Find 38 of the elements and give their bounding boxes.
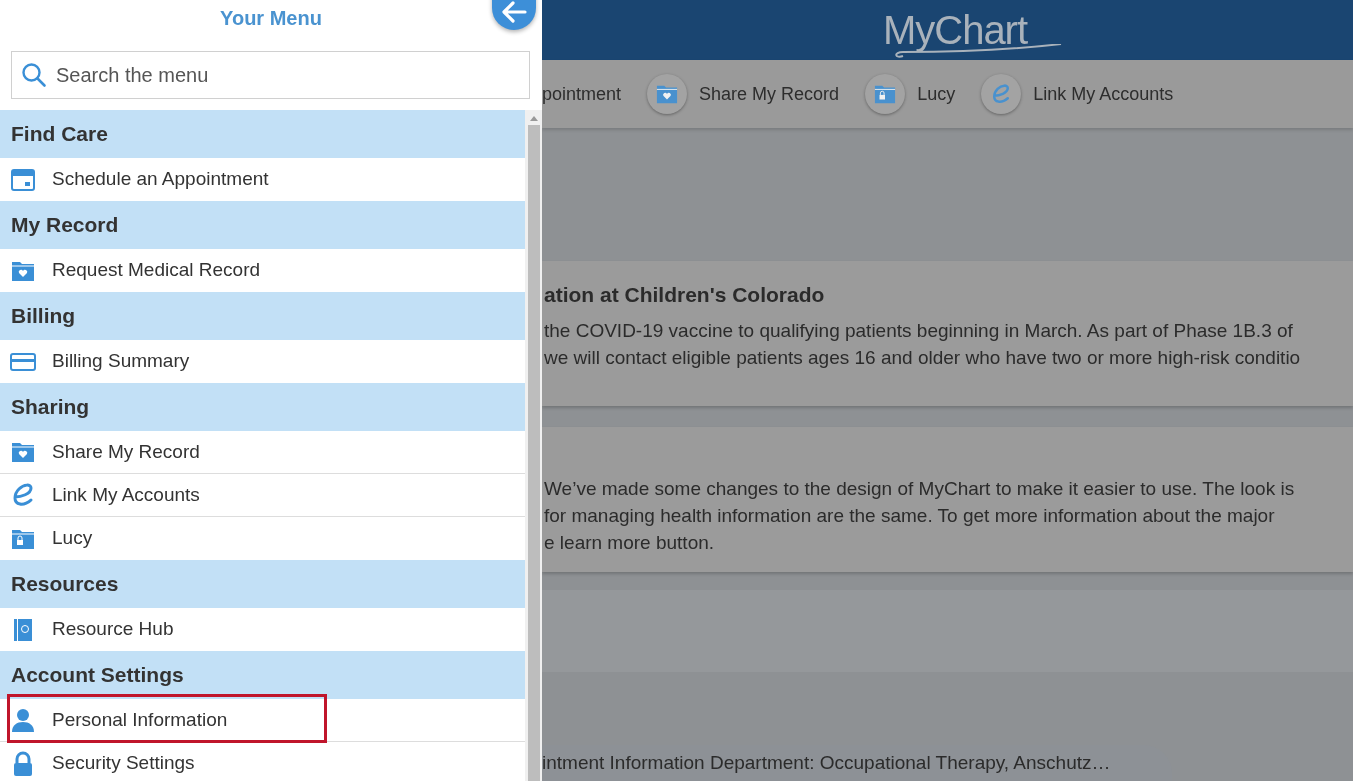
menu-item[interactable]: Schedule an Appointment: [0, 158, 525, 201]
card-text: the COVID-19 vaccine to qualifying patients beginning in March. As part of Phase 1B.3 of: [544, 318, 1294, 343]
shortcut-link[interactable]: pointment: [542, 80, 622, 108]
menu-item[interactable]: Personal Information: [0, 699, 525, 742]
folder-lock-icon: [10, 527, 36, 550]
search-field[interactable]: Search the menu: [11, 51, 530, 99]
card-text: e learn more button.: [544, 531, 716, 555]
section-heading: Sharing: [0, 383, 525, 431]
folder-heart-icon: [10, 259, 36, 282]
shortcut-link[interactable]: Share My Record: [647, 74, 840, 114]
menu-item[interactable]: Security Settings: [0, 742, 525, 781]
card-text: we will contact eligible patients ages 16 and older who have two or more high-risk conditio: [544, 345, 1302, 370]
section-heading: Account Settings: [0, 651, 525, 699]
section-heading: Find Care: [0, 110, 525, 158]
menu-item[interactable]: Request Medical Record: [0, 249, 525, 292]
folder-heart-icon: [656, 83, 679, 105]
logo-text: MyChart: [882, 8, 1028, 52]
shortcut-link[interactable]: Link My Accounts: [981, 74, 1174, 114]
menu-title: Your Menu: [220, 7, 322, 29]
menu-item[interactable]: Resource Hub: [0, 608, 525, 651]
menu-item[interactable]: Billing Summary: [0, 340, 525, 383]
card-text: We’ve made some changes to the design of MyChart to make it easier to use. The look is: [544, 477, 1296, 501]
menu-item[interactable]: Share My Record: [0, 431, 525, 474]
folder-heart-icon: [10, 441, 36, 463]
card-title: ation at Children's Colorado: [544, 282, 826, 308]
shortcut-link[interactable]: Lucy: [865, 74, 956, 114]
calendar-icon: [10, 167, 36, 192]
folder-lock-icon: [874, 83, 897, 105]
back-button[interactable]: [492, 0, 536, 30]
menu-item[interactable]: Link My Accounts: [0, 474, 525, 517]
section-heading: Resources: [0, 560, 525, 608]
scrollbar[interactable]: [525, 110, 542, 781]
section-heading: Billing: [0, 292, 525, 340]
card-text: for managing health information are the same. To get more information about the major: [544, 504, 1276, 528]
menu-item[interactable]: Lucy: [0, 517, 525, 560]
person-icon: [10, 708, 36, 732]
credit-card-icon: [10, 351, 36, 372]
section-heading: My Record: [0, 201, 525, 249]
